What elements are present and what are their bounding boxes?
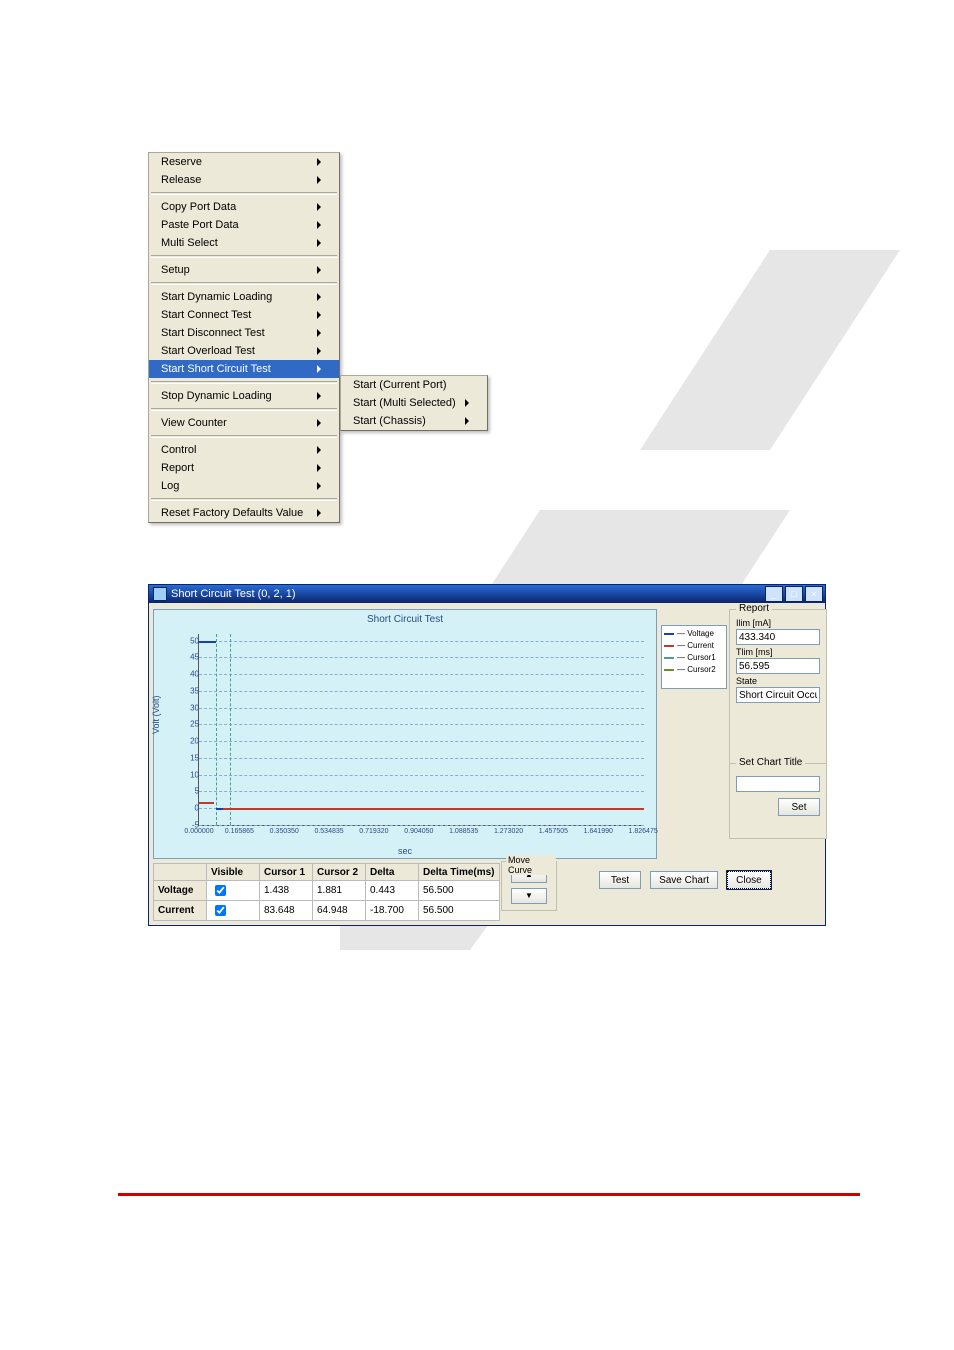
table-row: Voltage1.4381.8810.44356.500: [154, 881, 500, 901]
set-chart-title-group: Set Chart Title Set: [729, 763, 827, 839]
context-menu-sub[interactable]: Start (Current Port)Start (Multi Selecte…: [340, 375, 488, 431]
submenu-arrow-icon: [317, 158, 321, 166]
y-axis-label: Volt (Volt): [151, 695, 161, 734]
state-label: State: [736, 676, 820, 686]
table-header: Cursor 2: [313, 864, 366, 881]
tlim-field[interactable]: [736, 658, 820, 674]
menu-item[interactable]: Start Short Circuit Test: [149, 360, 339, 378]
submenu-arrow-icon: [317, 329, 321, 337]
menu-item[interactable]: Start Overload Test: [149, 342, 339, 360]
page-divider: [118, 1193, 860, 1196]
table-header: [154, 864, 207, 881]
x-axis-label: sec: [154, 846, 656, 856]
table-header: Delta Time(ms): [419, 864, 500, 881]
submenu-arrow-icon: [317, 239, 321, 247]
menu-item[interactable]: Report: [149, 459, 339, 477]
menu-item[interactable]: Copy Port Data: [149, 198, 339, 216]
table-header: Delta: [366, 864, 419, 881]
visible-checkbox[interactable]: [215, 905, 226, 916]
window-icon: [153, 587, 167, 601]
menu-item[interactable]: Start Connect Test: [149, 306, 339, 324]
table-header: Cursor 1: [260, 864, 313, 881]
ilim-label: Ilim [mA]: [736, 618, 820, 628]
ilim-field[interactable]: [736, 629, 820, 645]
titlebar[interactable]: Short Circuit Test (0, 2, 1) _ □ ×: [149, 585, 825, 603]
state-field[interactable]: [736, 687, 820, 703]
save-chart-button[interactable]: Save Chart: [650, 871, 718, 889]
set-title-group-label: Set Chart Title: [736, 757, 805, 768]
report-group: Report Ilim [mA] Tlim [ms] State: [729, 609, 827, 775]
close-button[interactable]: Close: [727, 871, 771, 889]
menu-item[interactable]: Start Dynamic Loading: [149, 288, 339, 306]
chart-title: Short Circuit Test: [154, 614, 656, 625]
menu-item[interactable]: Control: [149, 441, 339, 459]
cursor-table: VisibleCursor 1Cursor 2DeltaDelta Time(m…: [153, 863, 500, 921]
menu-item[interactable]: Reserve: [149, 153, 339, 171]
submenu-arrow-icon: [317, 221, 321, 229]
visible-checkbox[interactable]: [215, 885, 226, 896]
move-down-button[interactable]: ▼: [511, 888, 547, 904]
menu-item[interactable]: Paste Port Data: [149, 216, 339, 234]
report-group-label: Report: [736, 603, 772, 614]
submenu-arrow-icon: [317, 446, 321, 454]
test-button[interactable]: Test: [599, 871, 641, 889]
window-title: Short Circuit Test (0, 2, 1): [171, 588, 296, 600]
submenu-arrow-icon: [317, 509, 321, 517]
menu-item[interactable]: View Counter: [149, 414, 339, 432]
minimize-button[interactable]: _: [765, 586, 783, 602]
move-curve-label: Move Curve: [506, 855, 556, 875]
table-row: Current83.64864.948-18.70056.500: [154, 901, 500, 921]
submenu-item[interactable]: Start (Chassis): [341, 412, 487, 430]
submenu-item[interactable]: Start (Multi Selected): [341, 394, 487, 412]
submenu-arrow-icon: [317, 464, 321, 472]
submenu-arrow-icon: [317, 203, 321, 211]
submenu-arrow-icon: [317, 347, 321, 355]
chart-title-input[interactable]: [736, 776, 820, 792]
menu-item[interactable]: Multi Select: [149, 234, 339, 252]
menu-item[interactable]: Stop Dynamic Loading: [149, 387, 339, 405]
submenu-arrow-icon: [317, 293, 321, 301]
submenu-arrow-icon: [465, 417, 469, 425]
submenu-arrow-icon: [317, 176, 321, 184]
short-circuit-test-window: Short Circuit Test (0, 2, 1) _ □ × Short…: [148, 584, 826, 926]
submenu-arrow-icon: [465, 399, 469, 407]
submenu-arrow-icon: [317, 392, 321, 400]
submenu-arrow-icon: [317, 311, 321, 319]
chart-area[interactable]: Short Circuit Test Volt (Volt) sec -5051…: [153, 609, 657, 859]
menu-item[interactable]: Log: [149, 477, 339, 495]
submenu-arrow-icon: [317, 365, 321, 373]
context-menu-main[interactable]: ReserveRelease Copy Port DataPaste Port D…: [148, 152, 340, 523]
chart-legend: — Voltage— Current— Cursor1— Cursor2: [661, 625, 727, 689]
window-button-bar: Test Save Chart Close: [599, 871, 777, 889]
menu-item[interactable]: Reset Factory Defaults Value: [149, 504, 339, 522]
menu-item[interactable]: Setup: [149, 261, 339, 279]
move-curve-group: Move Curve ▲ ▼: [501, 861, 557, 911]
submenu-arrow-icon: [317, 266, 321, 274]
set-button[interactable]: Set: [778, 798, 820, 816]
maximize-button[interactable]: □: [785, 586, 803, 602]
tlim-label: Tlim [ms]: [736, 647, 820, 657]
table-header: Visible: [207, 864, 260, 881]
submenu-item[interactable]: Start (Current Port): [341, 376, 487, 394]
menu-item[interactable]: Release: [149, 171, 339, 189]
menu-item[interactable]: Start Disconnect Test: [149, 324, 339, 342]
submenu-arrow-icon: [317, 419, 321, 427]
submenu-arrow-icon: [317, 482, 321, 490]
close-window-button[interactable]: ×: [805, 586, 823, 602]
